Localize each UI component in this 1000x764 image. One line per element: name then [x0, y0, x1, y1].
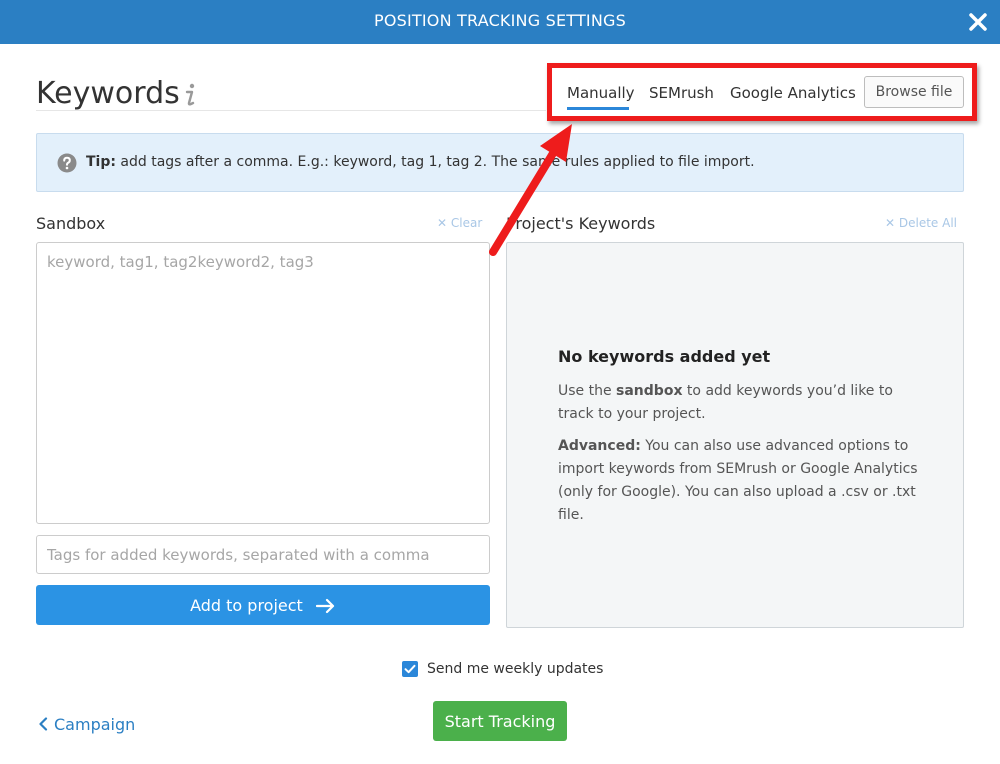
page-title: Keywords — [36, 76, 180, 111]
add-to-project-button[interactable]: Add to project — [36, 585, 490, 625]
tags-input[interactable] — [36, 535, 490, 574]
arrow-right-icon — [315, 598, 335, 613]
tip-body: add tags after a comma. E.g.: keyword, t… — [120, 154, 755, 170]
clear-link[interactable]: ✕ Clear — [437, 216, 482, 230]
advanced-label: Advanced: — [558, 438, 641, 454]
advanced-text: Advanced: You can also use advanced opti… — [558, 435, 928, 527]
empty-state-text: Use the sandbox to add keywords you’d li… — [558, 380, 918, 426]
back-to-campaign-link[interactable]: Campaign — [38, 715, 135, 734]
chevron-left-icon — [39, 717, 48, 731]
tip-banner: Tip: add tags after a comma. E.g.: keywo… — [36, 133, 964, 192]
checkmark-icon — [404, 664, 416, 674]
empty-state-title: No keywords added yet — [558, 347, 771, 366]
sandbox-textarea[interactable] — [36, 242, 490, 524]
add-to-project-label: Add to project — [190, 596, 303, 615]
empty-text-part: Use the — [558, 383, 617, 399]
close-icon — [969, 13, 987, 31]
dialog-header: POSITION TRACKING SETTINGS — [0, 0, 1000, 44]
start-tracking-button[interactable]: Start Tracking — [433, 701, 567, 741]
question-circle-icon — [57, 153, 77, 173]
weekly-updates-checkbox[interactable] — [402, 661, 418, 677]
delete-all-link[interactable]: ✕ Delete All — [885, 216, 957, 230]
tip-label: Tip: — [86, 154, 116, 170]
dialog-title: POSITION TRACKING SETTINGS — [374, 11, 626, 30]
weekly-updates-label[interactable]: Send me weekly updates — [427, 661, 603, 677]
close-button[interactable] — [962, 6, 994, 38]
tip-text: Tip: add tags after a comma. E.g.: keywo… — [86, 154, 755, 170]
info-icon[interactable] — [182, 82, 198, 108]
project-keywords-label: Project's Keywords — [506, 214, 656, 233]
empty-text-bold: sandbox — [616, 383, 683, 399]
sandbox-label: Sandbox — [36, 214, 106, 233]
annotation-highlight-box — [547, 63, 977, 121]
campaign-link-label: Campaign — [54, 715, 136, 734]
project-keywords-panel: No keywords added yet Use the sandbox to… — [506, 242, 964, 628]
heading-divider — [36, 110, 546, 111]
